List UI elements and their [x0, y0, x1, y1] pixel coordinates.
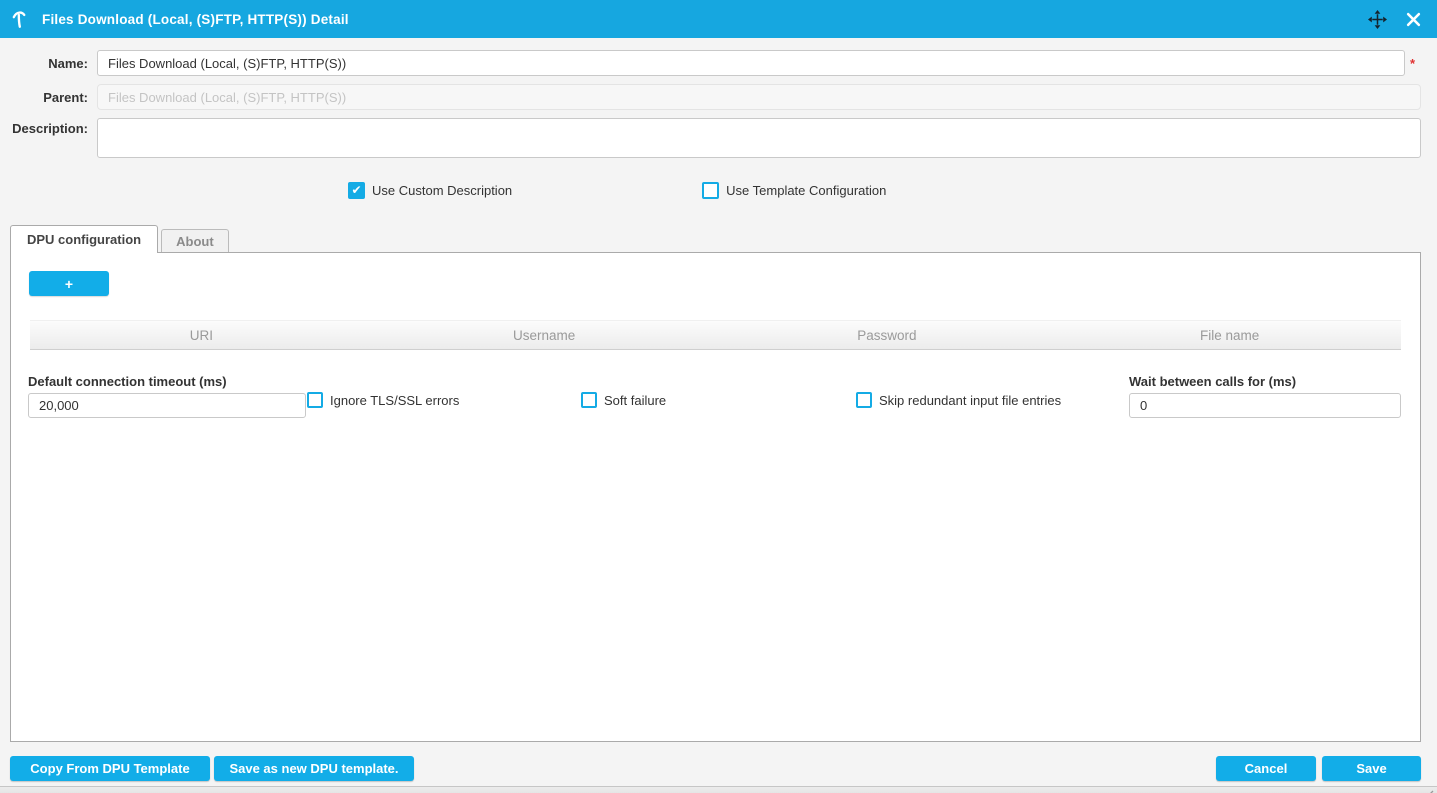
- wait-between-calls-input[interactable]: [1129, 393, 1401, 418]
- description-textarea[interactable]: [97, 118, 1421, 158]
- copy-from-dpu-template-button[interactable]: Copy From DPU Template: [10, 756, 210, 781]
- column-header-file-name: File name: [1058, 328, 1401, 343]
- save-as-new-dpu-template-button[interactable]: Save as new DPU template.: [214, 756, 414, 781]
- tab-dpu-configuration-label: DPU configuration: [27, 232, 141, 247]
- name-label: Name:: [0, 56, 88, 71]
- ignore-tls-ssl-checkbox[interactable]: [307, 392, 323, 408]
- parent-label: Parent:: [0, 90, 88, 105]
- ignore-tls-ssl-label: Ignore TLS/SSL errors: [330, 393, 459, 408]
- add-row-button[interactable]: +: [29, 271, 109, 296]
- dialog-title: Files Download (Local, (S)FTP, HTTP(S)) …: [42, 12, 349, 27]
- skip-redundant-entries-checkbox[interactable]: [856, 392, 872, 408]
- connection-timeout-input[interactable]: [28, 393, 306, 418]
- use-template-configuration-option: Use Template Configuration: [702, 182, 886, 199]
- dialog-body: Name: * Parent: Description: Use Custom …: [0, 38, 1437, 793]
- save-button[interactable]: Save: [1322, 756, 1421, 781]
- dpu-configuration-panel: + URI Username Password File name Defaul…: [10, 252, 1421, 742]
- soft-failure-label: Soft failure: [604, 393, 666, 408]
- name-input[interactable]: [97, 50, 1405, 76]
- close-icon[interactable]: [1403, 9, 1423, 29]
- column-header-password: Password: [716, 328, 1059, 343]
- use-template-configuration-label: Use Template Configuration: [726, 183, 886, 198]
- connection-timeout-label: Default connection timeout (ms): [28, 374, 306, 389]
- tab-about-label: About: [176, 234, 214, 249]
- status-bar: [0, 786, 1437, 793]
- description-options-row: Use Custom Description Use Template Conf…: [0, 180, 1437, 200]
- tab-dpu-configuration[interactable]: DPU configuration: [10, 225, 158, 253]
- name-row: Name: *: [0, 50, 1437, 76]
- use-custom-description-label: Use Custom Description: [372, 183, 512, 198]
- ignore-tls-ssl-option: Ignore TLS/SSL errors: [307, 392, 459, 408]
- tab-about[interactable]: About: [161, 229, 229, 252]
- soft-failure-option: Soft failure: [581, 392, 666, 408]
- use-custom-description-option: Use Custom Description: [348, 182, 512, 199]
- parent-input: [97, 84, 1421, 110]
- column-header-username: Username: [373, 328, 716, 343]
- use-template-configuration-checkbox[interactable]: [702, 182, 719, 199]
- dialog-titlebar: Files Download (Local, (S)FTP, HTTP(S)) …: [0, 0, 1437, 38]
- connection-timeout-field: Default connection timeout (ms): [28, 374, 306, 418]
- skip-redundant-entries-option: Skip redundant input file entries: [856, 392, 1061, 408]
- cancel-button[interactable]: Cancel: [1216, 756, 1316, 781]
- dpu-options-row: Default connection timeout (ms) Ignore T…: [11, 374, 1420, 424]
- use-custom-description-checkbox[interactable]: [348, 182, 365, 199]
- dialog-footer: Copy From DPU Template Save as new DPU t…: [0, 756, 1437, 781]
- skip-redundant-entries-label: Skip redundant input file entries: [879, 393, 1061, 408]
- column-header-uri: URI: [30, 328, 373, 343]
- description-label: Description:: [0, 121, 88, 136]
- wait-between-calls-field: Wait between calls for (ms): [1129, 374, 1401, 418]
- required-asterisk: *: [1410, 56, 1415, 71]
- download-table-header: URI Username Password File name: [30, 320, 1401, 350]
- tab-bar: DPU configuration About: [0, 224, 1437, 252]
- parent-row: Parent:: [0, 84, 1437, 110]
- description-row: Description:: [0, 118, 1437, 158]
- move-icon[interactable]: [1367, 9, 1387, 29]
- soft-failure-checkbox[interactable]: [581, 392, 597, 408]
- app-logo-icon: [12, 9, 32, 29]
- wait-between-calls-label: Wait between calls for (ms): [1129, 374, 1401, 389]
